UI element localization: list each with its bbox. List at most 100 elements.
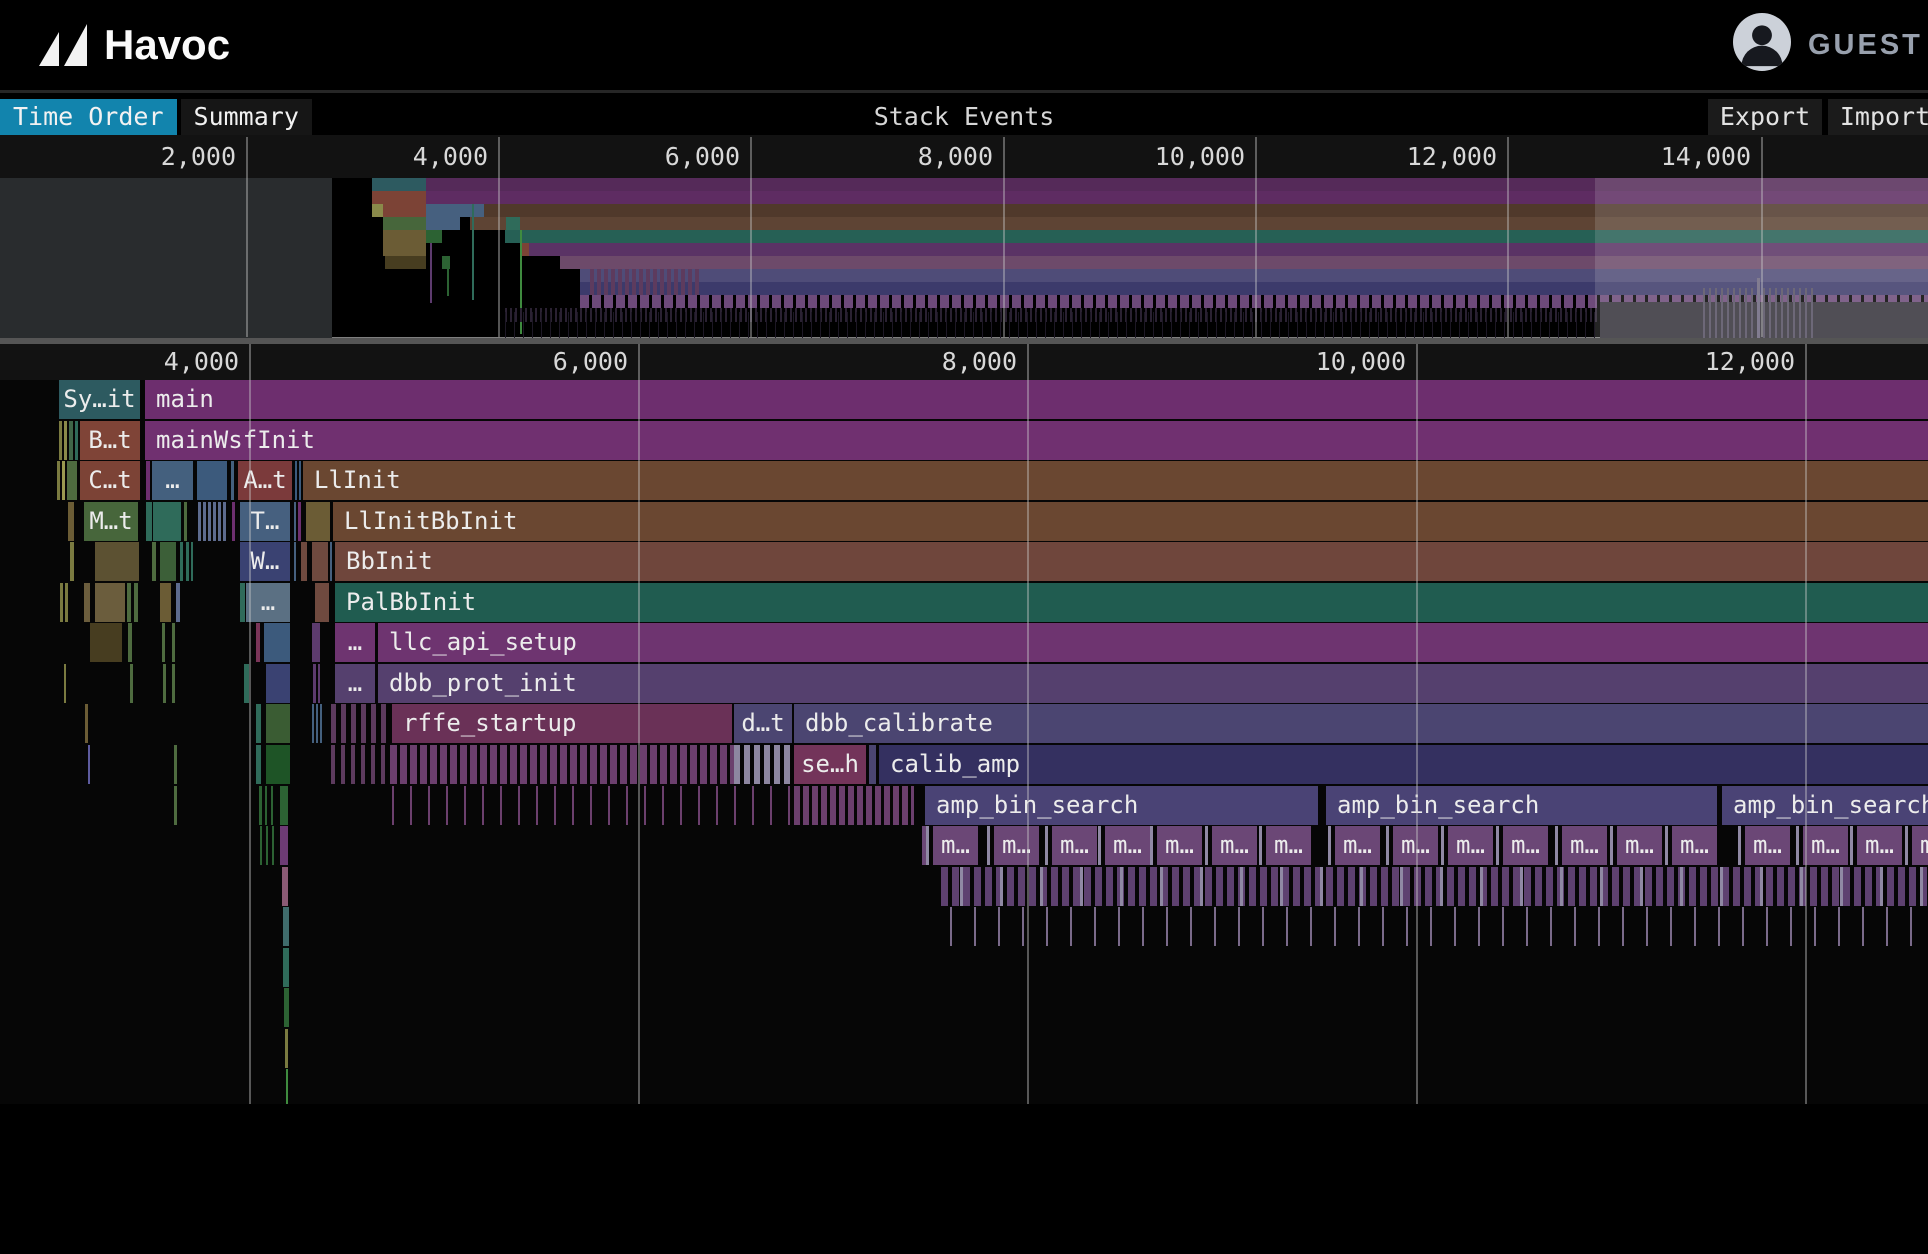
flame-segment[interactable] [160,583,171,622]
flame-segment[interactable] [299,461,301,500]
flame-segment[interactable] [152,542,156,581]
flame-bar-m[interactable]: m… [1503,826,1548,865]
flame-segment[interactable] [186,542,189,581]
flame-segment[interactable] [280,786,288,825]
flame-bar-main[interactable]: main [145,380,1928,419]
flame-segment[interactable] [69,421,73,460]
flame-segment[interactable] [232,502,235,541]
flame-segment[interactable] [1738,826,1741,865]
flame-bar-seg[interactable]: … [335,664,375,703]
flame-segment[interactable] [295,461,297,500]
flame-bar-d-t[interactable]: d…t [734,704,792,743]
flame-segment[interactable] [62,461,65,500]
tab-time-order[interactable]: Time Order [0,99,177,135]
flame-segment[interactable] [130,664,133,703]
flame-segment[interactable] [331,704,391,743]
flame-segment[interactable] [330,542,332,581]
flame-segment[interactable] [60,583,63,622]
flame-segment[interactable] [146,502,152,541]
splitter-handle[interactable] [0,337,1928,344]
flame-bar-amp-bin-search[interactable]: amp_bin_search [1722,786,1928,825]
flame-segment[interactable] [271,786,273,825]
flame-segment[interactable] [1098,826,1101,865]
flame-segment[interactable] [298,502,301,541]
flame-bar-m-t[interactable]: M…t [84,502,138,541]
flame-segment[interactable] [146,461,150,500]
flame-segment[interactable] [163,664,166,703]
flame-bar-mainwsfinit[interactable]: mainWsfInit [145,421,1928,460]
flame-bar-seg[interactable]: … [246,583,290,622]
flame-segment[interactable] [90,623,122,662]
flame-segment[interactable] [1610,826,1613,865]
flame-segment[interactable] [256,623,260,662]
flame-bar-m[interactable]: m… [1617,826,1662,865]
flame-bar-m[interactable]: m… [1745,826,1790,865]
flame-bar-dbb-calibrate[interactable]: dbb_calibrate [794,704,1928,743]
flame-segment[interactable] [987,826,990,865]
flame-segment[interactable] [1328,826,1331,865]
flame-segment[interactable] [294,502,296,541]
flame-segment[interactable] [75,421,78,460]
flame-bar-m[interactable]: m… [1912,826,1928,865]
flame-bar-palbbinit[interactable]: PalBbInit [335,583,1928,622]
flame-segment[interactable] [1665,826,1668,865]
flame-segment[interactable] [160,542,176,581]
flame-segment[interactable] [331,745,390,784]
flame-bar-bbinit[interactable]: BbInit [335,542,1928,581]
flame-segment[interactable] [1386,826,1389,865]
flame-bar-m[interactable]: m… [933,826,978,865]
export-button[interactable]: Export [1708,99,1822,135]
flame-segment[interactable] [256,745,261,784]
flame-segment[interactable] [312,704,314,743]
flame-segment[interactable] [283,948,289,987]
flame-segment[interactable] [301,542,307,581]
flame-segment[interactable] [174,786,177,825]
flame-segment[interactable] [1796,826,1799,865]
flame-segment[interactable] [260,826,262,865]
flame-segment[interactable] [84,583,90,622]
flame-segment[interactable] [316,704,318,743]
flame-bar-w[interactable]: W… [240,542,290,581]
flame-segment[interactable] [950,907,1928,946]
flame-segment[interactable] [313,664,316,703]
flame-bar-b-t[interactable]: B…t [80,421,140,460]
flame-segment[interactable] [67,461,77,500]
flame-segment[interactable] [280,826,288,865]
flame-segment[interactable] [1850,826,1853,865]
flame-segment[interactable] [1205,826,1208,865]
user-avatar-icon[interactable] [1733,13,1791,71]
flame-bar-m[interactable]: m… [1857,826,1902,865]
flame-segment[interactable] [282,867,288,906]
flame-segment[interactable] [318,664,320,703]
flame-bar-llc-api-setup[interactable]: llc_api_setup [378,623,1928,662]
flame-bar-m[interactable]: m… [1266,826,1311,865]
flame-bar-m[interactable]: m… [1803,826,1848,865]
flame-segment[interactable] [256,704,261,743]
flame-segment[interactable] [64,421,67,460]
flame-segment[interactable] [198,502,226,541]
flame-bar-m[interactable]: m… [1335,826,1380,865]
flame-segment[interactable] [266,745,290,784]
flame-segment[interactable] [392,786,790,825]
flame-segment[interactable] [284,988,289,1027]
flame-segment[interactable] [1555,826,1558,865]
flame-segment[interactable] [128,623,132,662]
flame-segment[interactable] [283,907,289,946]
flame-segment[interactable] [95,583,125,622]
flame-segment[interactable] [88,745,90,784]
flame-segment[interactable] [68,502,74,541]
flame-segment[interactable] [172,664,175,703]
flame-segment[interactable] [57,461,60,500]
flame-segment[interactable] [320,704,322,743]
flame-bar-rffe-startup[interactable]: rffe_startup [392,704,732,743]
flame-segment[interactable] [926,826,929,865]
flame-bar-m[interactable]: m… [1212,826,1257,865]
flame-segment[interactable] [1441,826,1444,865]
flame-segment[interactable] [286,1069,288,1104]
flame-bar-m[interactable]: m… [1105,826,1150,865]
import-button[interactable]: Import [1828,99,1928,135]
flame-segment[interactable] [294,542,296,581]
flame-bar-t[interactable]: T… [240,502,290,541]
flame-bar-m[interactable]: m… [1052,826,1097,865]
flame-bar-seg[interactable]: … [152,461,193,500]
